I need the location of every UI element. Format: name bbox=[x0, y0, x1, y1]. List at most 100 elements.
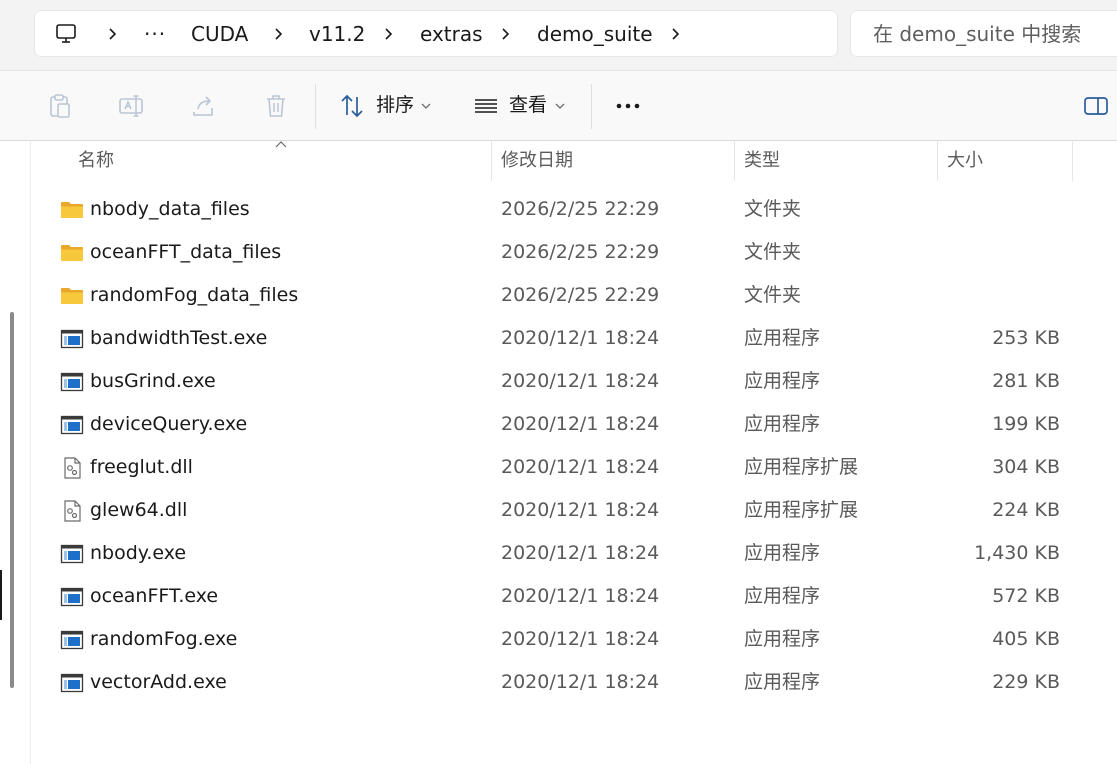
column-header-name[interactable]: 名称 bbox=[78, 141, 114, 181]
sort-button[interactable]: 排序 bbox=[330, 71, 450, 140]
file-row[interactable]: vectorAdd.exe 2020/12/1 18:24 应用程序 229 KB bbox=[40, 661, 1080, 704]
column-divider[interactable] bbox=[491, 141, 492, 181]
file-row[interactable]: oceanFFT_data_files 2026/2/25 22:29 文件夹 bbox=[40, 231, 1080, 274]
file-row[interactable]: glew64.dll 2020/12/1 18:24 应用程序扩展 224 KB bbox=[40, 489, 1080, 532]
file-name: nbody_data_files bbox=[90, 198, 250, 220]
column-divider[interactable] bbox=[1072, 141, 1073, 181]
file-name: randomFog_data_files bbox=[90, 284, 299, 306]
file-row[interactable]: freeglut.dll 2020/12/1 18:24 应用程序扩展 304 KB bbox=[40, 446, 1080, 489]
toolbar-divider bbox=[591, 84, 592, 129]
file-row[interactable]: randomFog.exe 2020/12/1 18:24 应用程序 405 KB bbox=[40, 618, 1080, 661]
column-header-date[interactable]: 修改日期 bbox=[501, 141, 573, 181]
details-pane-icon[interactable] bbox=[1082, 92, 1110, 120]
search-placeholder: 在 demo_suite 中搜索 bbox=[873, 22, 1082, 46]
breadcrumb-more[interactable]: ··· bbox=[144, 11, 166, 58]
file-type: 应用程序 bbox=[744, 413, 821, 435]
file-type: 应用程序 bbox=[744, 370, 821, 392]
application-icon bbox=[60, 630, 84, 650]
file-row[interactable]: deviceQuery.exe 2020/12/1 18:24 应用程序 199 KB bbox=[40, 403, 1080, 446]
file-modified-date: 2020/12/1 18:24 bbox=[501, 628, 660, 650]
file-type: 文件夹 bbox=[744, 284, 802, 306]
column-divider[interactable] bbox=[734, 141, 735, 181]
file-size: 304 KB bbox=[992, 456, 1060, 478]
breadcrumb-demo-suite[interactable]: demo_suite bbox=[537, 11, 653, 58]
file-name: oceanFFT_data_files bbox=[90, 241, 282, 263]
file-name: bandwidthTest.exe bbox=[90, 327, 268, 349]
file-row[interactable]: busGrind.exe 2020/12/1 18:24 应用程序 281 KB bbox=[40, 360, 1080, 403]
dll-file-icon bbox=[64, 500, 81, 522]
file-modified-date: 2020/12/1 18:24 bbox=[501, 370, 660, 392]
file-name: busGrind.exe bbox=[90, 370, 216, 392]
application-icon bbox=[60, 415, 84, 435]
sort-ascending-icon bbox=[275, 141, 287, 148]
chevron-right-icon[interactable] bbox=[381, 26, 395, 42]
column-header-type[interactable]: 类型 bbox=[744, 141, 780, 181]
breadcrumb-cuda[interactable]: CUDA bbox=[191, 11, 248, 58]
view-label: 查看 bbox=[509, 94, 548, 116]
file-name: deviceQuery.exe bbox=[90, 413, 248, 435]
chevron-down-icon bbox=[555, 103, 565, 109]
application-icon bbox=[60, 372, 84, 392]
file-row[interactable]: bandwidthTest.exe 2020/12/1 18:24 应用程序 253 … bbox=[40, 317, 1080, 360]
share-icon[interactable] bbox=[190, 92, 218, 120]
breadcrumb-extras[interactable]: extras bbox=[420, 11, 483, 58]
file-type: 应用程序 bbox=[744, 585, 821, 607]
file-size: 224 KB bbox=[992, 499, 1060, 521]
computer-icon[interactable] bbox=[55, 23, 77, 45]
toolbar-divider bbox=[315, 84, 316, 129]
file-row[interactable]: randomFog_data_files 2026/2/25 22:29 文件夹 bbox=[40, 274, 1080, 317]
file-modified-date: 2020/12/1 18:24 bbox=[501, 585, 660, 607]
file-type: 应用程序扩展 bbox=[744, 499, 859, 521]
window-edge bbox=[0, 570, 2, 620]
file-size: 405 KB bbox=[992, 628, 1060, 650]
vertical-scrollbar[interactable] bbox=[10, 312, 14, 688]
file-type: 应用程序 bbox=[744, 628, 821, 650]
file-name: randomFog.exe bbox=[90, 628, 238, 650]
file-type: 应用程序扩展 bbox=[744, 456, 859, 478]
file-name: oceanFFT.exe bbox=[90, 585, 219, 607]
file-type: 应用程序 bbox=[744, 327, 821, 349]
file-modified-date: 2020/12/1 18:24 bbox=[501, 542, 660, 564]
file-type: 应用程序 bbox=[744, 542, 821, 564]
application-icon bbox=[60, 587, 84, 607]
breadcrumb[interactable]: ··· CUDA v11.2 extras demo_suite bbox=[34, 10, 838, 57]
file-modified-date: 2020/12/1 18:24 bbox=[501, 327, 660, 349]
file-size: 1,430 KB bbox=[974, 542, 1060, 564]
chevron-right-icon[interactable] bbox=[105, 26, 119, 42]
view-button[interactable]: 查看 bbox=[465, 71, 585, 140]
file-name: freeglut.dll bbox=[90, 456, 193, 478]
file-name: glew64.dll bbox=[90, 499, 188, 521]
folder-icon bbox=[61, 288, 83, 304]
file-modified-date: 2020/12/1 18:24 bbox=[501, 413, 660, 435]
file-type: 应用程序 bbox=[744, 671, 821, 693]
delete-icon[interactable] bbox=[262, 92, 290, 120]
address-bar-strip: ··· CUDA v11.2 extras demo_suite 在 demo_… bbox=[0, 0, 1117, 71]
file-size: 229 KB bbox=[992, 671, 1060, 693]
column-header-size[interactable]: 大小 bbox=[947, 141, 983, 181]
file-row[interactable]: oceanFFT.exe 2020/12/1 18:24 应用程序 572 KB bbox=[40, 575, 1080, 618]
file-row[interactable]: nbody.exe 2020/12/1 18:24 应用程序 1,430 KB bbox=[40, 532, 1080, 575]
file-modified-date: 2020/12/1 18:24 bbox=[501, 671, 660, 693]
more-options-icon[interactable] bbox=[614, 92, 642, 120]
file-size: 199 KB bbox=[992, 413, 1060, 435]
sort-icon bbox=[341, 94, 363, 118]
search-input[interactable]: 在 demo_suite 中搜索 bbox=[850, 10, 1117, 57]
view-icon bbox=[475, 99, 497, 113]
application-icon bbox=[60, 329, 84, 349]
application-icon bbox=[60, 673, 84, 693]
chevron-right-icon[interactable] bbox=[498, 26, 512, 42]
file-modified-date: 2026/2/25 22:29 bbox=[501, 241, 660, 263]
breadcrumb-v11-2[interactable]: v11.2 bbox=[309, 11, 365, 58]
folder-icon bbox=[61, 245, 83, 261]
file-name: vectorAdd.exe bbox=[90, 671, 227, 693]
rename-icon[interactable] bbox=[117, 92, 145, 120]
column-divider[interactable] bbox=[937, 141, 938, 181]
pane-border bbox=[30, 141, 31, 764]
file-row[interactable]: nbody_data_files 2026/2/25 22:29 文件夹 bbox=[40, 188, 1080, 231]
command-toolbar: 排序 查看 bbox=[0, 71, 1117, 141]
chevron-right-icon[interactable] bbox=[271, 26, 285, 42]
file-modified-date: 2026/2/25 22:29 bbox=[501, 198, 660, 220]
chevron-right-icon[interactable] bbox=[668, 26, 682, 42]
paste-icon[interactable] bbox=[46, 92, 74, 120]
dll-file-icon bbox=[64, 457, 81, 479]
